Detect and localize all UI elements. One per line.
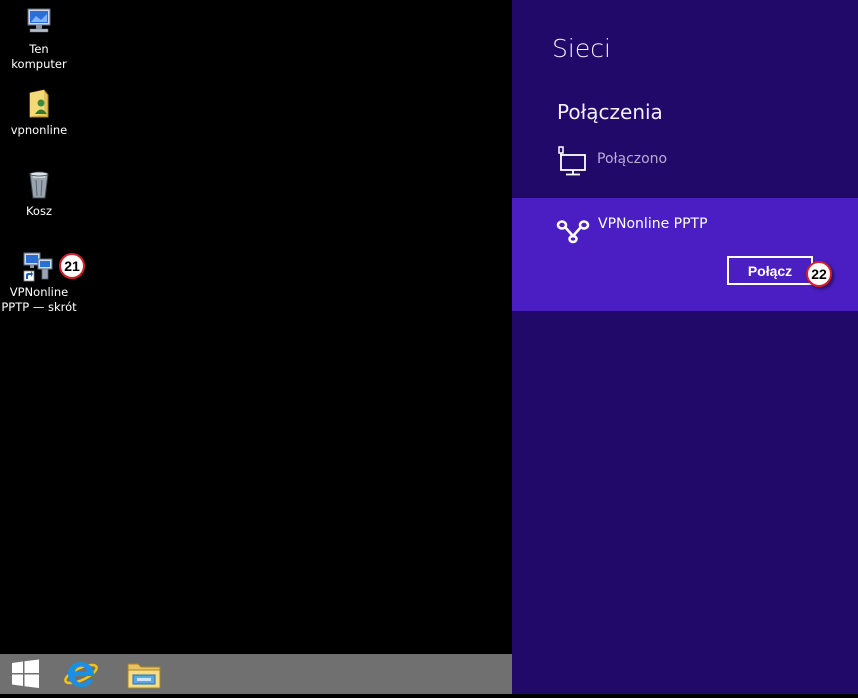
connect-button[interactable]: Połącz xyxy=(727,256,813,285)
internet-explorer-icon xyxy=(64,662,98,687)
recycle-bin-icon xyxy=(22,168,56,202)
desktop-icon-user-folder[interactable]: vpnonline xyxy=(1,87,77,138)
vpn-connection-item[interactable]: VPNonline PPTP Połącz 22 xyxy=(512,198,858,311)
ethernet-icon xyxy=(558,146,586,176)
windows-start-icon xyxy=(12,659,39,688)
file-explorer-icon xyxy=(127,663,161,689)
desktop: Ten komputer vpnonline Kosz VPNonline PP… xyxy=(0,0,512,654)
user-folder-icon xyxy=(22,87,56,121)
step-badge-22: 22 xyxy=(806,261,832,287)
network-shortcut-icon xyxy=(22,249,56,283)
computer-icon xyxy=(22,6,56,40)
step-badge-21: 21 xyxy=(59,253,85,279)
networks-charm-pane: Sieci Połączenia Połączono VPNonline PPT… xyxy=(512,0,858,694)
desktop-icon-recycle-bin[interactable]: Kosz xyxy=(1,168,77,219)
desktop-icon-label: Kosz xyxy=(25,204,53,218)
section-heading: Połączenia xyxy=(557,100,663,124)
connection-status-label: Połączono xyxy=(597,151,668,167)
desktop-icon-label: VPNonline PPTP — skrót xyxy=(1,285,77,314)
desktop-icon-label: Ten komputer xyxy=(11,42,67,71)
start-button[interactable] xyxy=(0,654,52,694)
vpn-icon xyxy=(556,220,590,244)
ethernet-connection-item[interactable]: Połączono xyxy=(557,145,837,177)
taskbar xyxy=(0,654,512,694)
pane-title: Sieci xyxy=(552,34,611,63)
vpn-connection-name: VPNonline PPTP xyxy=(598,216,708,232)
taskbar-internet-explorer[interactable] xyxy=(55,654,107,694)
desktop-icon-label: vpnonline xyxy=(10,123,68,137)
taskbar-file-explorer[interactable] xyxy=(118,654,170,694)
desktop-icon-this-pc[interactable]: Ten komputer xyxy=(1,6,77,72)
